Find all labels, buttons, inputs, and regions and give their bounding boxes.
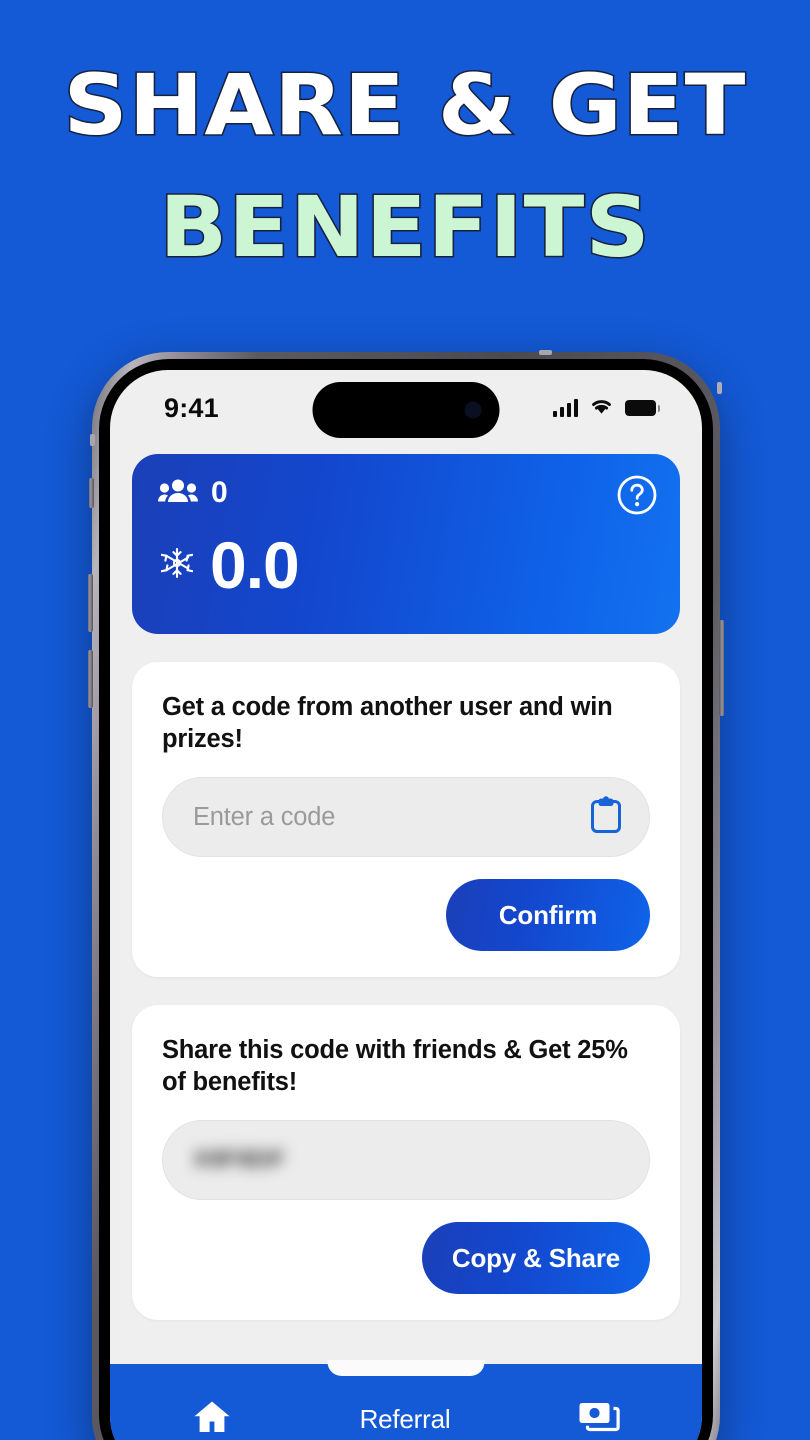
- balance-row: 0.0: [158, 532, 654, 598]
- enter-code-actions: Confirm: [162, 879, 650, 952]
- frame-antenna-seam-right: [717, 382, 722, 394]
- promo-headline: SHARE & GET BENEFITS: [0, 0, 810, 276]
- phone-mockup: 9:41 0 0.0 Get a code from another user …: [88, 350, 724, 1440]
- nav-item-referral[interactable]: Referral: [360, 1404, 451, 1435]
- confirm-button[interactable]: Confirm: [446, 879, 650, 952]
- wifi-icon: [589, 396, 614, 420]
- banknotes-icon: [578, 1399, 620, 1440]
- share-code-card: Share this code with friends & Get 25% o…: [132, 1005, 680, 1321]
- share-code-actions: Copy & Share: [162, 1222, 650, 1295]
- nav-item-home[interactable]: [192, 1398, 232, 1440]
- referral-code-value: X9F8DF: [193, 1146, 286, 1174]
- question-mark-circle-icon[interactable]: [616, 474, 658, 516]
- nav-item-wallet[interactable]: [578, 1399, 620, 1440]
- status-bar-indicators: [552, 396, 660, 420]
- nav-center-notch: [327, 1360, 485, 1376]
- referral-count-row: 0: [158, 476, 654, 510]
- status-bar: 9:41: [110, 370, 702, 446]
- volume-down-button[interactable]: [88, 650, 93, 708]
- people-group-icon: [158, 477, 198, 510]
- silent-switch-button[interactable]: [89, 478, 94, 508]
- referral-code-field[interactable]: X9F8DF: [162, 1120, 650, 1201]
- status-bar-time: 9:41: [164, 392, 219, 423]
- battery-icon: [625, 400, 660, 416]
- code-input-field[interactable]: Enter a code: [162, 777, 650, 858]
- balance-value: 0.0: [210, 528, 300, 602]
- signal-bars-icon: [552, 399, 578, 417]
- home-icon: [192, 1398, 232, 1440]
- nav-item-referral-label: Referral: [359, 1403, 451, 1434]
- volume-up-button[interactable]: [88, 574, 93, 632]
- frame-antenna-seam-top: [539, 350, 552, 355]
- bottom-navigation-bar: Referral: [110, 1360, 702, 1440]
- stats-card: 0 0.0: [132, 454, 680, 634]
- frame-antenna-seam-left: [90, 434, 95, 446]
- copy-share-button[interactable]: Copy & Share: [421, 1222, 650, 1295]
- power-button[interactable]: [719, 620, 724, 716]
- promo-headline-line-1: SHARE & GET: [62, 56, 747, 154]
- app-content: 0 0.0 Get a code from another user and w…: [110, 446, 702, 1322]
- code-input-placeholder: Enter a code: [193, 802, 336, 831]
- dynamic-island: [312, 382, 500, 438]
- promo-headline-line-2: BENEFITS: [158, 177, 651, 276]
- clipboard-paste-icon[interactable]: [589, 796, 623, 839]
- phone-screen: 9:41 0 0.0 Get a code from another user …: [110, 370, 702, 1440]
- enter-code-card: Get a code from another user and win pri…: [132, 662, 680, 978]
- referral-count-value: 0: [211, 476, 228, 509]
- share-code-title: Share this code with friends & Get 25% o…: [162, 1036, 628, 1096]
- snowflake-icon: [160, 547, 194, 584]
- enter-code-title: Get a code from another user and win pri…: [162, 693, 613, 753]
- front-camera-icon: [464, 401, 482, 419]
